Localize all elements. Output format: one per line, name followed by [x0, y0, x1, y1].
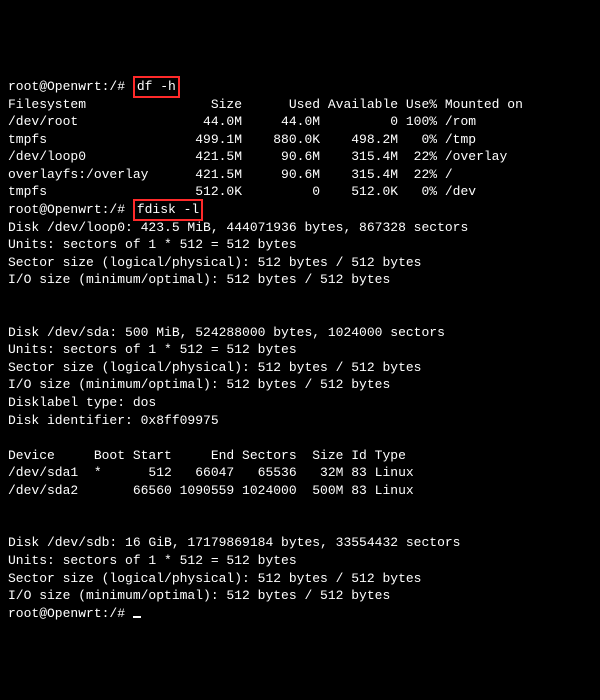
fdisk-line: Sector size (logical/physical): 512 byte…	[8, 255, 421, 270]
df-row: /dev/loop0 421.5M 90.6M 315.4M 22% /over…	[8, 149, 507, 164]
fdisk-line: Disklabel type: dos	[8, 395, 156, 410]
command-fdisk-highlight: fdisk -l	[133, 199, 203, 221]
fdisk-line: Units: sectors of 1 * 512 = 512 bytes	[8, 237, 297, 252]
fdisk-line: I/O size (minimum/optimal): 512 bytes / …	[8, 588, 390, 603]
df-header: Filesystem Size Used Available Use% Moun…	[8, 97, 523, 112]
fdisk-line: Disk identifier: 0x8ff09975	[8, 413, 219, 428]
shell-prompt: root@Openwrt:/#	[8, 202, 133, 217]
fdisk-line: I/O size (minimum/optimal): 512 bytes / …	[8, 272, 390, 287]
fdisk-line: Sector size (logical/physical): 512 byte…	[8, 571, 421, 586]
df-row: overlayfs:/overlay 421.5M 90.6M 315.4M 2…	[8, 167, 453, 182]
shell-prompt[interactable]: root@Openwrt:/#	[8, 606, 133, 621]
fdisk-line: Disk /dev/sda: 500 MiB, 524288000 bytes,…	[8, 325, 445, 340]
fdisk-line: Units: sectors of 1 * 512 = 512 bytes	[8, 342, 297, 357]
fdisk-line: Disk /dev/loop0: 423.5 MiB, 444071936 by…	[8, 220, 468, 235]
df-row: tmpfs 499.1M 880.0K 498.2M 0% /tmp	[8, 132, 476, 147]
shell-prompt: root@Openwrt:/#	[8, 79, 133, 94]
fdisk-line: Units: sectors of 1 * 512 = 512 bytes	[8, 553, 297, 568]
partition-row: /dev/sda1 * 512 66047 65536 32M 83 Linux	[8, 465, 414, 480]
cursor-icon	[133, 616, 141, 618]
fdisk-line: I/O size (minimum/optimal): 512 bytes / …	[8, 377, 390, 392]
fdisk-line: Disk /dev/sdb: 16 GiB, 17179869184 bytes…	[8, 535, 460, 550]
df-row: tmpfs 512.0K 0 512.0K 0% /dev	[8, 184, 476, 199]
partition-header: Device Boot Start End Sectors Size Id Ty…	[8, 448, 406, 463]
partition-row: /dev/sda2 66560 1090559 1024000 500M 83 …	[8, 483, 414, 498]
command-df-highlight: df -h	[133, 76, 180, 98]
df-row: /dev/root 44.0M 44.0M 0 100% /rom	[8, 114, 476, 129]
fdisk-line: Sector size (logical/physical): 512 byte…	[8, 360, 421, 375]
